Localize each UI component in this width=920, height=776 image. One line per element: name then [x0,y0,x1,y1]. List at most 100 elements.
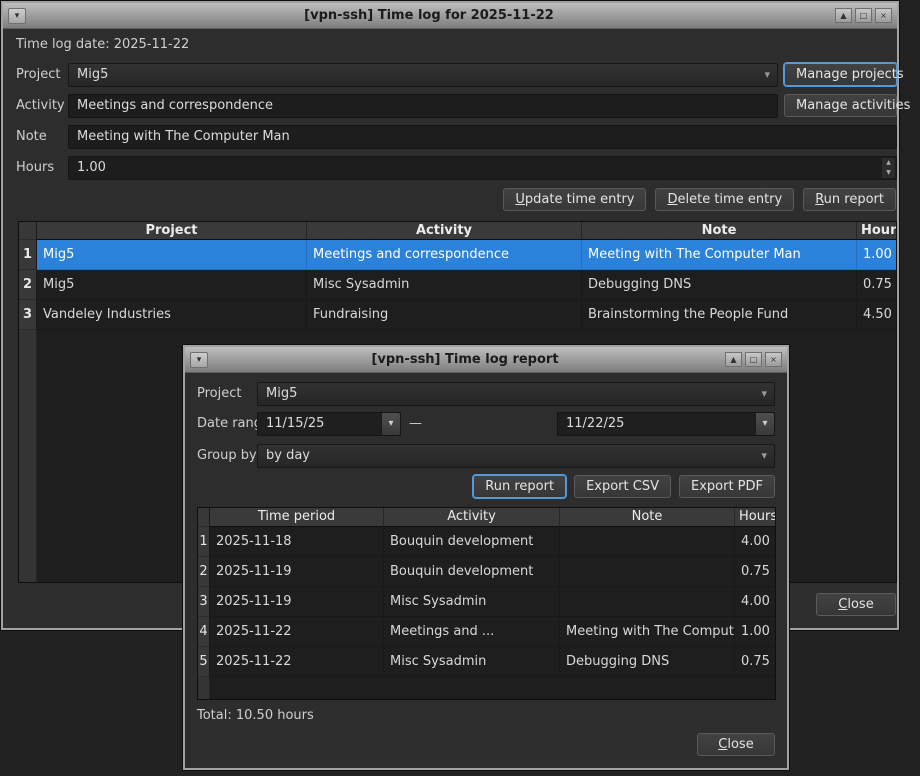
export-csv-button[interactable]: Export CSV [574,475,671,498]
dialog-title: [vpn-ssh] Time log report [208,352,722,367]
table-row[interactable]: 2 Mig5 Misc Sysadmin Debugging DNS 0.75 [19,270,896,300]
activity-label: Activity [16,94,65,118]
spin-down-icon[interactable]: ▼ [882,168,895,178]
column-header-activity[interactable]: Activity [307,222,582,240]
report-project-select[interactable]: Mig5 ▾ [257,382,775,406]
row-number[interactable]: 5 [198,647,210,677]
dialog-content: Project Mig5 ▾ Date range 11/15/25 ▾ — 1… [185,373,787,768]
cell-hours: 0.75 [735,557,775,587]
cell-hours: 0.75 [735,647,775,677]
group-by-select-value: by day [266,448,310,463]
main-titlebar[interactable]: ▾ [vpn-ssh] Time log for 2025-11-22 ▲ □ … [3,3,897,29]
cell-note [560,557,735,587]
cell-hours: 1.00 [857,240,896,270]
manage-activities-button[interactable]: Manage activities [784,94,897,117]
chevron-down-icon: ▾ [761,445,767,467]
activity-input-value: Meetings and correspondence [77,98,273,113]
date-to-value: 11/22/25 [566,416,624,431]
window-menu-icon[interactable]: ▾ [190,352,208,368]
maximize-window-icon[interactable]: □ [855,8,872,23]
report-run-report-button[interactable]: Run report [473,475,566,498]
cell-activity: Bouquin development [384,527,560,557]
calendar-dropdown-icon[interactable]: ▾ [381,413,400,435]
cell-time-period: 2025-11-22 [210,647,384,677]
hours-spinbox[interactable]: 1.00 ▲ ▼ [68,156,897,180]
row-number[interactable]: 1 [198,527,210,557]
row-number[interactable]: 2 [19,270,37,300]
close-window-icon[interactable]: × [765,352,782,367]
cell-project: Mig5 [37,270,307,300]
date-range-separator: — [409,412,422,436]
dialog-close-button[interactable]: Close [697,733,775,756]
dialog-titlebar[interactable]: ▾ [vpn-ssh] Time log report ▲ □ × [185,347,787,373]
report-project-label: Project [197,382,241,406]
note-input-value: Meeting with The Computer Man [77,129,290,144]
cell-time-period: 2025-11-18 [210,527,384,557]
row-number[interactable]: 2 [198,557,210,587]
main-close-button[interactable]: Close [816,593,896,616]
column-header-hours[interactable]: Hours [735,508,775,527]
shade-window-icon[interactable]: ▲ [835,8,852,23]
cell-activity: Fundraising [307,300,582,330]
group-by-select[interactable]: by day ▾ [257,444,775,468]
hours-label: Hours [16,156,54,180]
project-select[interactable]: Mig5 ▾ [68,63,778,87]
table-row[interactable]: 2 2025-11-19 Bouquin development 0.75 [198,557,775,587]
column-header-time-period[interactable]: Time period [210,508,384,527]
row-number[interactable]: 4 [198,617,210,647]
table-row[interactable]: 1 Mig5 Meetings and correspondence Meeti… [19,240,896,270]
column-header-note[interactable]: Note [560,508,735,527]
time-log-date-text: Time log date: 2025-11-22 [16,33,189,57]
table-row[interactable]: 3 2025-11-19 Misc Sysadmin 4.00 [198,587,775,617]
row-number[interactable]: 3 [198,587,210,617]
table-row[interactable]: 1 2025-11-18 Bouquin development 4.00 [198,527,775,557]
maximize-window-icon[interactable]: □ [745,352,762,367]
cell-note: Meeting with The Computer... [560,617,735,647]
column-header-note[interactable]: Note [582,222,857,240]
report-dialog: ▾ [vpn-ssh] Time log report ▲ □ × Projec… [183,345,789,770]
report-project-select-value: Mig5 [266,386,297,401]
cell-activity: Misc Sysadmin [384,647,560,677]
date-from-picker[interactable]: 11/15/25 ▾ [257,412,401,436]
column-header-hours[interactable]: Hours [857,222,896,240]
cell-activity: Bouquin development [384,557,560,587]
run-report-button[interactable]: Run report [803,188,896,211]
corner-header-cell [198,508,210,527]
calendar-dropdown-icon[interactable]: ▾ [755,413,774,435]
manage-projects-button[interactable]: Manage projects [784,63,897,86]
cell-time-period: 2025-11-19 [210,557,384,587]
delete-time-entry-button[interactable]: Delete time entry [655,188,794,211]
table-row[interactable]: 4 2025-11-22 Meetings and ... Meeting wi… [198,617,775,647]
cell-note: Meeting with The Computer Man [582,240,857,270]
note-input[interactable]: Meeting with The Computer Man [68,125,897,149]
window-menu-icon[interactable]: ▾ [8,8,26,24]
row-number[interactable]: 1 [19,240,37,270]
corner-header-cell [19,222,37,240]
shade-window-icon[interactable]: ▲ [725,352,742,367]
cell-note: Brainstorming the People Fund [582,300,857,330]
date-to-picker[interactable]: 11/22/25 ▾ [557,412,775,436]
cell-note: Debugging DNS [582,270,857,300]
cell-activity: Meetings and ... [384,617,560,647]
activity-input[interactable]: Meetings and correspondence [68,94,778,118]
project-select-value: Mig5 [77,67,108,82]
cell-hours: 4.00 [735,587,775,617]
cell-activity: Misc Sysadmin [384,587,560,617]
hours-spinbox-value: 1.00 [77,160,106,175]
column-header-project[interactable]: Project [37,222,307,240]
row-number[interactable]: 3 [19,300,37,330]
update-time-entry-button[interactable]: Update time entry [503,188,646,211]
cell-project: Mig5 [37,240,307,270]
group-by-label: Group by [197,444,257,468]
close-window-icon[interactable]: × [875,8,892,23]
export-pdf-button[interactable]: Export PDF [679,475,775,498]
cell-hours: 0.75 [857,270,896,300]
project-label: Project [16,63,60,87]
column-header-activity[interactable]: Activity [384,508,560,527]
spin-up-icon[interactable]: ▲ [882,158,895,168]
cell-project: Vandeley Industries [37,300,307,330]
table-row[interactable]: 3 Vandeley Industries Fundraising Brains… [19,300,896,330]
spinner-arrows[interactable]: ▲ ▼ [882,158,895,178]
cell-note [560,527,735,557]
table-row[interactable]: 5 2025-11-22 Misc Sysadmin Debugging DNS… [198,647,775,677]
